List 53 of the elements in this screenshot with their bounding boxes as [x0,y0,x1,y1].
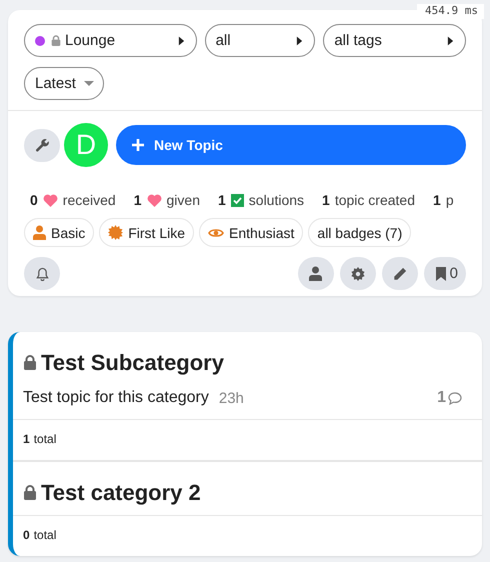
stat-label: received [62,192,116,208]
reply-count: 1 [437,389,446,407]
stat-label: topic created [334,192,416,208]
new-topic-button[interactable]: New Topic [116,125,466,165]
total-label: total [34,528,56,542]
edit-button[interactable] [382,257,418,290]
settings-button[interactable] [340,257,376,290]
total-label: total [34,432,56,446]
stat-label: p [446,192,454,208]
badge-chip[interactable]: Enthusiast [199,218,304,247]
person-icon [33,225,46,240]
profile-button[interactable] [298,257,334,290]
category-link[interactable]: Test Subcategory [41,350,224,376]
settings-icon [350,266,365,280]
topic-link[interactable]: Test topic for this category [23,389,209,407]
burst-icon [108,225,124,240]
filter-dropdown[interactable]: all [204,24,316,57]
total-count: 0 [23,528,30,542]
pencil-icon [392,266,407,280]
stat-label: given [166,192,200,208]
stat-count: 1 [433,192,441,208]
stat-count: 1 [134,192,142,208]
bookmarks-button[interactable]: 0 [424,257,466,290]
caret-icon [296,36,304,46]
checkbox-icon [230,194,244,206]
timing-label: 454.9 ms [417,4,484,19]
badge-chip[interactable]: Basic [24,218,94,247]
eye-icon [208,226,224,238]
topic-age: 23h [218,390,244,406]
plus-icon [131,138,145,152]
wrench-icon [34,138,50,152]
total-count: 1 [23,432,30,446]
category-link[interactable]: Test category 2 [41,480,201,506]
heart-icon [146,194,162,206]
wrench-button[interactable] [24,128,60,162]
caret-icon [178,36,185,46]
stat-count: 0 [30,192,38,208]
caret-icon [84,80,94,86]
caret-icon [447,36,454,46]
stat-count: 1 [322,192,330,208]
badge-chip[interactable]: First Like [99,218,194,247]
stat-label: solutions [248,192,304,208]
person-icon [309,266,322,281]
speech-bubble-icon [448,392,462,404]
heart-icon [42,194,58,206]
notifications-button[interactable] [24,257,60,290]
bookmark-icon [436,266,446,280]
stat-count: 1 [218,192,226,208]
sort-dropdown[interactable]: Latest [24,67,104,100]
badge-chip[interactable]: all badges (7) [308,218,412,247]
filter-dropdown[interactable]: all tags [323,24,466,57]
filter-dropdown[interactable]: Lounge [24,24,197,57]
bell-icon [36,266,48,280]
